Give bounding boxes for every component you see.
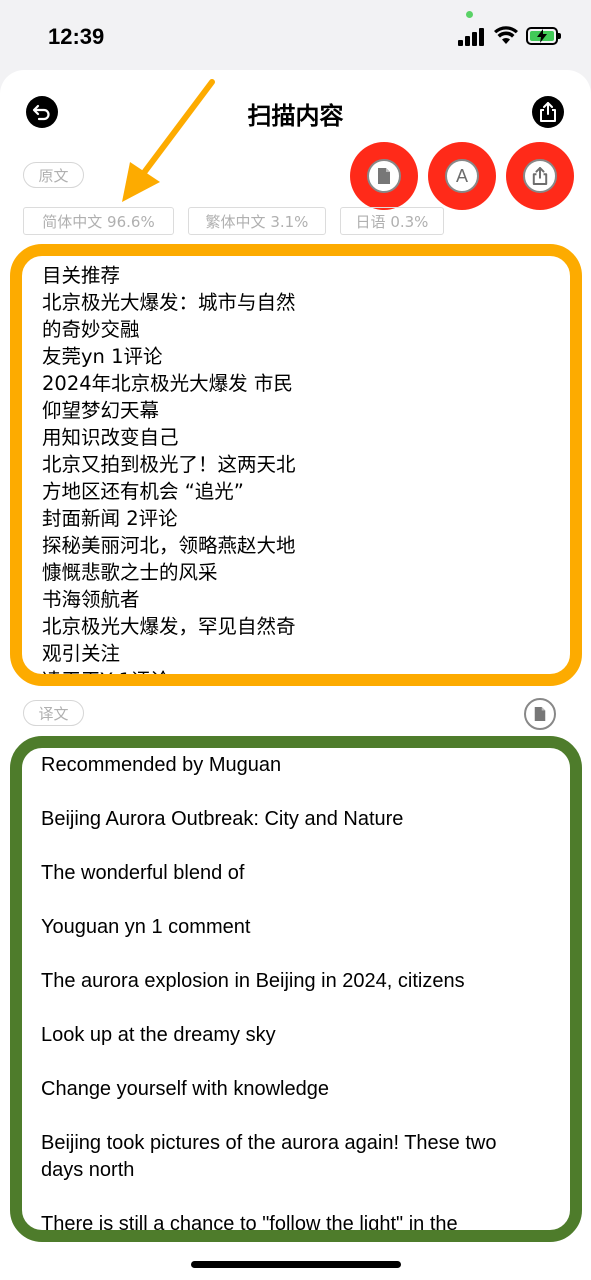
original-line: 探秘美丽河北，领略燕赵大地	[42, 534, 296, 557]
share-icon	[532, 167, 548, 185]
wifi-icon	[494, 26, 518, 44]
document-icon	[534, 707, 546, 721]
original-text-box[interactable]: 目关推荐北京极光大爆发：城市与自然 的奇妙交融友莞yn 1评论 2024年北京极光大…	[10, 244, 582, 686]
original-line: 北京又拍到极光了！这两天北	[42, 453, 296, 476]
language-chip-traditional: 繁体中文 3.1%	[188, 207, 326, 235]
share-icon	[540, 102, 556, 122]
original-line: 的奇妙交融	[42, 318, 140, 341]
translation-paragraph: The aurora explosion in Beijing in 2024,…	[41, 970, 465, 992]
translation-paragraph: Recommended by Muguan	[41, 754, 282, 776]
language-chip-japanese: 日语 0.3%	[340, 207, 444, 235]
copy-translation-button[interactable]	[524, 698, 556, 730]
original-line: 慷慨悲歌之士的风采	[42, 561, 218, 584]
copy-original-button[interactable]	[350, 142, 418, 210]
letter-a-icon: A	[445, 159, 479, 193]
battery-icon	[526, 27, 561, 45]
original-line: 北京极光大爆发，罕见自然奇	[42, 615, 296, 638]
translation-paragraph: There is still a chance to "follow the l…	[41, 1213, 458, 1235]
page-title: 扫描内容	[247, 102, 344, 130]
original-text: 目关推荐北京极光大爆发：城市与自然 的奇妙交融友莞yn 1评论 2024年北京极光大…	[42, 262, 296, 686]
translation-label: 译文	[23, 700, 84, 726]
language-chip-simplified: 简体中文 96.6%	[23, 207, 174, 235]
original-line: 方地区还有机会 “追光”	[42, 480, 244, 503]
export-button[interactable]	[506, 142, 574, 210]
original-line: 友莞yn 1评论	[42, 345, 163, 368]
original-line: 北京极光大爆发：城市与自然	[42, 291, 296, 314]
original-line: 用知识改变自己	[42, 426, 179, 449]
translation-text-box[interactable]: Recommended by Muguan Beijing Aurora Outb…	[10, 736, 582, 1242]
original-label: 原文	[23, 162, 84, 188]
translation-paragraph: Look up at the dreamy sky	[41, 1024, 276, 1046]
translation-text: Recommended by Muguan Beijing Aurora Outb…	[41, 752, 540, 1235]
translation-paragraph: The wonderful blend of	[41, 862, 245, 884]
original-line: 2024年北京极光大爆发 市民	[42, 372, 293, 395]
translation-paragraph: Beijing took pictures of the aurora agai…	[41, 1132, 497, 1181]
translation-paragraph: Change yourself with knowledge	[41, 1078, 329, 1100]
original-line: 仰望梦幻天幕	[42, 399, 160, 422]
home-indicator[interactable]	[191, 1261, 401, 1268]
translate-button[interactable]: A	[428, 142, 496, 210]
original-line: 观引关注	[42, 642, 121, 665]
status-time: 12:39	[48, 24, 105, 49]
original-line: 封面新闻 2评论	[42, 507, 178, 530]
cellular-signal-icon	[458, 28, 486, 46]
document-icon	[378, 168, 390, 184]
original-line: 凌天天Y 1评论	[42, 669, 171, 686]
translation-paragraph: Beijing Aurora Outbreak: City and Nature	[41, 808, 404, 830]
original-line: 书海领航者	[42, 588, 140, 611]
translation-paragraph: Youguan yn 1 comment	[41, 916, 251, 938]
original-line: 目关推荐	[42, 264, 121, 287]
privacy-indicator-dot	[466, 11, 473, 18]
annotation-arrow-icon	[122, 79, 215, 202]
share-button[interactable]	[532, 96, 564, 128]
